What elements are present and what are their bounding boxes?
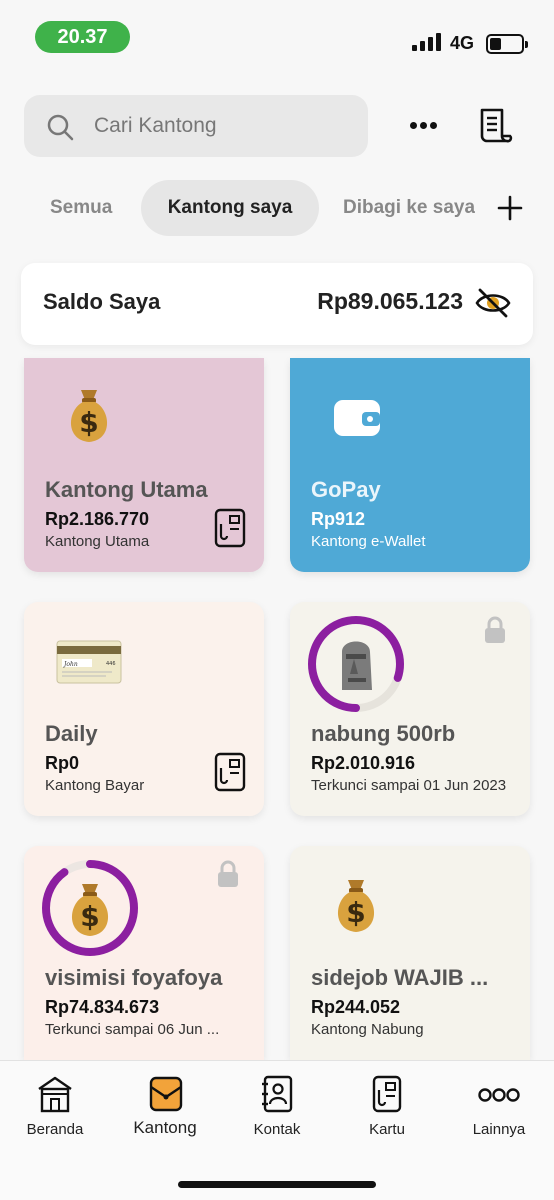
lock-icon (485, 616, 505, 643)
nav-label: Lainnya (472, 1121, 526, 1138)
balance-label: Saldo Saya (43, 289, 161, 314)
nav-item-kartu[interactable]: Kartu (332, 1061, 442, 1161)
hide-balance-icon[interactable] (475, 287, 511, 319)
home-indicator[interactable] (178, 1181, 376, 1188)
tab-kantong-saya[interactable]: Kantong saya (141, 180, 319, 236)
moai-icon (342, 641, 372, 690)
pocket-icon (149, 1076, 183, 1112)
pocket-amount: Rp244.052 (311, 997, 401, 1017)
pocket-amount: Rp2.010.916 (311, 753, 416, 773)
status-bar: 20.37 4G (0, 0, 554, 70)
pocket-card-nabung-500rb[interactable]: nabung 500rb Rp2.010.916 Terkunci sampai… (290, 602, 530, 816)
pocket-subtitle: Terkunci sampai 06 Jun ... (45, 1021, 220, 1038)
search-input[interactable] (94, 95, 354, 157)
home-icon (38, 1076, 72, 1113)
pocket-tabs: Semua Kantong saya Dibagi ke saya (0, 180, 554, 236)
svg-text:$: $ (346, 896, 365, 929)
svg-text:John: John (62, 661, 78, 668)
lock-icon (218, 860, 238, 887)
nav-label: Kantong (133, 1118, 197, 1137)
bottom-navigation: Beranda Kantong Kontak Kartu Lainnya (0, 1060, 554, 1200)
svg-text:$: $ (80, 900, 99, 933)
card-details-icon[interactable] (214, 508, 246, 548)
money-bag-icon: $ (70, 390, 108, 442)
pocket-card-visimisi-foyafoya[interactable]: $ visimisi foyafoya Rp74.834.673 Terkunc… (24, 846, 264, 1060)
pocket-card-sidejob-wajib[interactable]: $ sidejob WAJIB ... Rp244.052 Kantong Na… (290, 846, 530, 1060)
savings-progress-ring (308, 616, 404, 712)
pocket-amount: Rp74.834.673 (45, 997, 160, 1017)
pocket-title: Daily (45, 721, 98, 746)
nav-item-beranda[interactable]: Beranda (0, 1061, 110, 1161)
svg-text:$: $ (79, 406, 98, 439)
debit-card-icon: John 446 (56, 640, 122, 684)
pocket-amount: Rp0 (45, 753, 80, 773)
pocket-title: sidejob WAJIB ... (311, 965, 489, 990)
nav-item-kontak[interactable]: Kontak (222, 1061, 332, 1161)
wallet-icon (334, 400, 380, 436)
pocket-subtitle: Kantong e-Wallet (311, 533, 426, 550)
pocket-subtitle: Kantong Nabung (311, 1021, 424, 1038)
nav-label: Kartu (369, 1121, 405, 1138)
search-box[interactable] (24, 95, 368, 157)
contacts-icon (262, 1075, 293, 1113)
tab-dibagi-ke-saya[interactable]: Dibagi ke saya (343, 180, 475, 236)
nav-item-kantong[interactable]: Kantong (110, 1061, 220, 1161)
balance-card: Saldo Saya Rp89.065.123 (21, 263, 533, 345)
signal-icon (412, 33, 441, 51)
battery-icon (486, 34, 528, 54)
pocket-card-kantong-utama[interactable]: $ Kantong Utama Rp2.186.770 Kantong Utam… (24, 358, 264, 572)
nav-item-lainnya[interactable]: Lainnya (444, 1061, 554, 1161)
pocket-amount: Rp912 (311, 509, 366, 529)
network-type: 4G (450, 33, 475, 53)
card-details-icon[interactable] (214, 752, 246, 792)
pocket-title: GoPay (311, 477, 381, 502)
pocket-subtitle: Kantong Utama (45, 533, 150, 550)
money-bag-icon: $ (337, 880, 375, 932)
pocket-title: visimisi foyafoya (45, 965, 223, 990)
search-icon (47, 114, 74, 141)
pocket-subtitle: Terkunci sampai 01 Jun 2023 (311, 777, 507, 794)
nav-label: Kontak (253, 1121, 301, 1138)
savings-progress-ring: $ (42, 860, 138, 956)
nav-label: Beranda (26, 1121, 84, 1138)
balance-amount: Rp89.065.123 (317, 288, 463, 314)
add-pocket-icon[interactable] (496, 194, 524, 222)
card-icon (372, 1075, 402, 1113)
svg-text:446: 446 (106, 661, 116, 667)
status-time: 20.37 (35, 21, 130, 53)
receipt-icon[interactable] (474, 106, 514, 146)
pocket-amount: Rp2.186.770 (45, 509, 150, 529)
pocket-title: nabung 500rb (311, 721, 456, 746)
pocket-card-daily[interactable]: John 446 Daily Rp0 Kantong Bayar (24, 602, 264, 816)
pocket-title: Kantong Utama (45, 477, 208, 502)
more-options-button[interactable] (400, 108, 448, 144)
more-icon (478, 1088, 520, 1102)
tab-semua[interactable]: Semua (50, 180, 112, 236)
money-bag-icon: $ (71, 884, 109, 936)
pocket-subtitle: Kantong Bayar (45, 777, 145, 794)
pocket-card-gopay[interactable]: GoPay Rp912 Kantong e-Wallet (290, 358, 530, 572)
